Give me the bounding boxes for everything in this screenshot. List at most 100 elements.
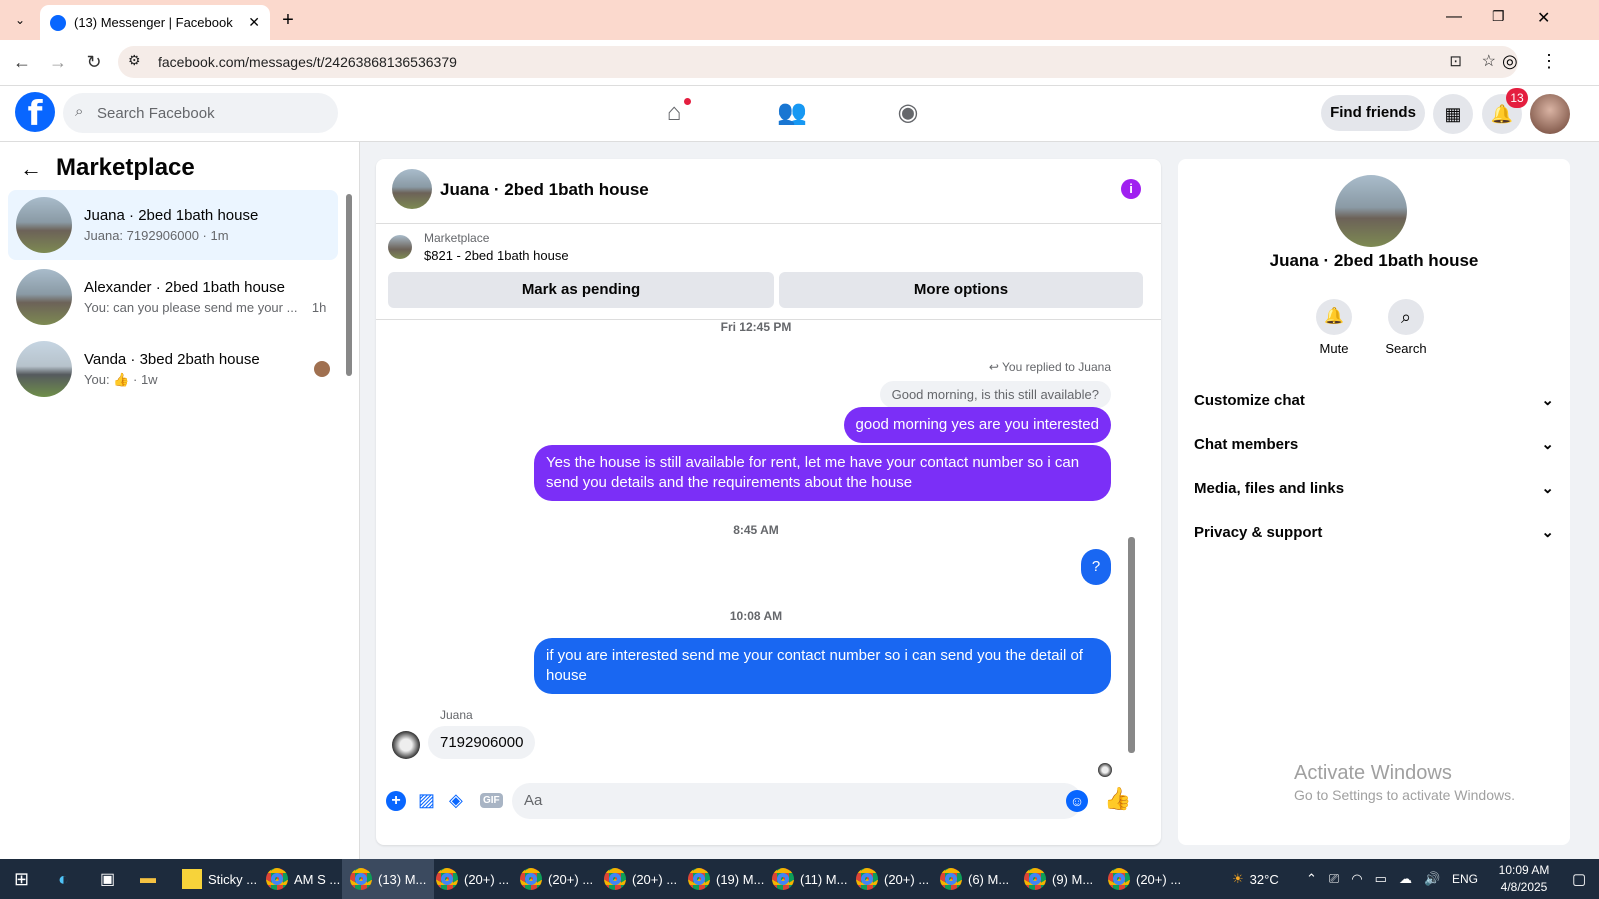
conversation-title: Alexander · 2bed 1bath house [84, 279, 285, 296]
media-files-links-row[interactable]: Media, files and links ⌄ [1194, 468, 1554, 508]
taskbar-label: AM S ... [294, 871, 341, 887]
close-window-icon[interactable]: ✕ [1537, 8, 1550, 28]
conversation-list-panel: ← Marketplace Juana · 2bed 1bath house J… [0, 142, 360, 859]
menu-kebab-icon[interactable]: ⋮ [1540, 51, 1558, 72]
mark-as-pending-button[interactable]: Mark as pending [388, 272, 774, 308]
battery-icon[interactable]: ▭ [1375, 871, 1387, 887]
received-message[interactable]: 7192906000 [428, 726, 536, 759]
chat-title[interactable]: Juana · 2bed 1bath house [440, 180, 649, 200]
install-app-icon[interactable]: ⊡ [1449, 52, 1462, 70]
start-icon[interactable]: ⊞ [14, 859, 29, 899]
taskbar-label: Sticky ... [208, 871, 258, 887]
edge-icon[interactable]: ◐ [58, 859, 69, 899]
taskbar-item[interactable]: Sticky ... [182, 859, 257, 899]
sender-avatar[interactable] [392, 731, 420, 759]
taskbar-item[interactable]: (13) M... [342, 859, 435, 899]
browser-tab[interactable]: (13) Messenger | Facebook ✕ [40, 5, 270, 40]
like-icon[interactable]: 👍 [1104, 786, 1131, 812]
new-tab-icon[interactable]: + [276, 8, 300, 32]
onedrive-icon[interactable]: ☁ [1399, 871, 1412, 887]
chrome-icon [688, 868, 710, 890]
system-tray[interactable]: ⌃ ⎚ ◠ ▭ ☁ 🔊 [1306, 859, 1440, 899]
restore-icon[interactable]: ❐ [1492, 8, 1505, 25]
quoted-message[interactable]: Good morning, is this still available? [879, 381, 1111, 408]
search-placeholder: Search Facebook [97, 104, 215, 122]
clock[interactable]: 10:09 AM 4/8/2025 [1484, 862, 1564, 896]
facebook-logo-icon[interactable]: f [15, 92, 55, 134]
info-icon[interactable]: i [1121, 179, 1141, 199]
bookmark-star-icon[interactable]: ☆ [1482, 51, 1496, 71]
windows-taskbar: ⊞ ◐ ▣ ▬ Sticky ... AM S ... (13) M... (2… [0, 859, 1599, 899]
reload-icon[interactable]: ↻ [82, 50, 106, 74]
taskbar-item[interactable]: AM S ... [266, 859, 340, 899]
mute-bell-icon[interactable]: 🔔 [1316, 299, 1352, 335]
tab-title: (13) Messenger | Facebook [74, 15, 233, 30]
taskbar-item[interactable]: (9) M... [1024, 859, 1093, 899]
chrome-icon [772, 868, 794, 890]
friends-icon[interactable]: 👥 [772, 95, 812, 131]
tray-chevron-icon[interactable]: ⌃ [1306, 871, 1317, 887]
taskbar-item[interactable]: (20+) ... [436, 859, 509, 899]
taskbar-item[interactable]: (20+) ... [520, 859, 593, 899]
language-indicator[interactable]: ENG [1452, 859, 1478, 899]
customize-chat-row[interactable]: Customize chat ⌄ [1194, 380, 1554, 420]
message-bubble[interactable]: good morning yes are you interested [843, 407, 1111, 443]
taskbar-label: (19) M... [716, 871, 765, 887]
notification-center-icon[interactable]: ▢ [1572, 859, 1586, 899]
message-input[interactable]: Aa [512, 783, 1082, 819]
url-field[interactable]: ⚙ facebook.com/messages/t/24263868136536… [118, 46, 1518, 78]
facebook-search-input[interactable]: ⌕ Search Facebook [63, 93, 338, 133]
message-bubble[interactable]: ? [1081, 549, 1111, 585]
chat-scrollbar[interactable] [1128, 537, 1135, 753]
file-explorer-icon[interactable]: ▬ [140, 859, 156, 899]
forward-icon[interactable]: → [46, 50, 70, 74]
search-conversation-icon[interactable]: ⌕ [1388, 299, 1424, 335]
scrollbar[interactable] [346, 194, 352, 376]
site-info-icon[interactable]: ⚙ [128, 52, 141, 69]
account-avatar[interactable] [1530, 94, 1570, 134]
photo-icon[interactable]: ▨ [418, 790, 435, 811]
sender-name: Juana [440, 708, 473, 722]
store-icon[interactable]: ▣ [100, 859, 115, 899]
volume-icon[interactable]: 🔊 [1424, 871, 1440, 887]
back-icon[interactable]: ← [10, 50, 34, 74]
chat-avatar[interactable] [392, 169, 432, 209]
emoji-icon[interactable]: ☺ [1066, 790, 1088, 812]
minimize-icon[interactable]: — [1446, 8, 1462, 26]
weather-widget[interactable]: ☀ 32°C [1232, 859, 1279, 899]
taskbar-item[interactable]: (11) M... [772, 859, 847, 899]
message-bubble[interactable]: Yes the house is still available for ren… [534, 445, 1111, 501]
find-friends-button[interactable]: Find friends [1321, 95, 1425, 131]
add-icon[interactable]: + [386, 791, 406, 811]
url-text: facebook.com/messages/t/2426386813653637… [158, 54, 457, 70]
notification-badge: 13 [1506, 88, 1528, 108]
menu-grid-icon[interactable]: ▦ [1433, 94, 1473, 134]
conversation-item[interactable]: Juana · 2bed 1bath house Juana: 71929060… [8, 190, 338, 260]
back-arrow-icon[interactable]: ← [20, 156, 42, 182]
meet-icon[interactable]: ⎚ [1329, 871, 1339, 887]
close-tab-icon[interactable]: ✕ [248, 14, 260, 31]
sticker-icon[interactable]: ◈ [449, 790, 463, 811]
conversation-avatar [16, 341, 72, 397]
gif-icon[interactable]: GIF [480, 793, 503, 808]
taskbar-item[interactable]: (20+) ... [1108, 859, 1181, 899]
chat-members-row[interactable]: Chat members ⌄ [1194, 424, 1554, 464]
conversation-item[interactable]: Alexander · 2bed 1bath house You: can yo… [8, 262, 338, 332]
taskbar-item[interactable]: (6) M... [940, 859, 1009, 899]
conversation-item[interactable]: Vanda · 3bed 2bath house You: 👍 · 1w [8, 334, 338, 404]
chat-window: Juana · 2bed 1bath house i Marketplace $… [376, 159, 1161, 845]
profile-picture[interactable] [1335, 175, 1407, 247]
listing-title[interactable]: $821 - 2bed 1bath house [424, 248, 569, 263]
message-bubble[interactable]: if you are interested send me your conta… [534, 638, 1111, 694]
wifi-icon[interactable]: ◠ [1351, 871, 1362, 887]
more-options-button[interactable]: More options [779, 272, 1143, 308]
taskbar-item[interactable]: (20+) ... [604, 859, 677, 899]
chrome-icon [856, 868, 878, 890]
taskbar-item[interactable]: (20+) ... [856, 859, 929, 899]
profile-icon[interactable]: ◎ [1502, 51, 1518, 72]
privacy-support-row[interactable]: Privacy & support ⌄ [1194, 512, 1554, 552]
conversation-preview: You: can you please send me your ... [84, 300, 298, 315]
taskbar-item[interactable]: (19) M... [688, 859, 764, 899]
tab-list-chevron-icon[interactable]: ⌄ [8, 8, 32, 32]
groups-icon[interactable]: ◉ [888, 95, 928, 131]
